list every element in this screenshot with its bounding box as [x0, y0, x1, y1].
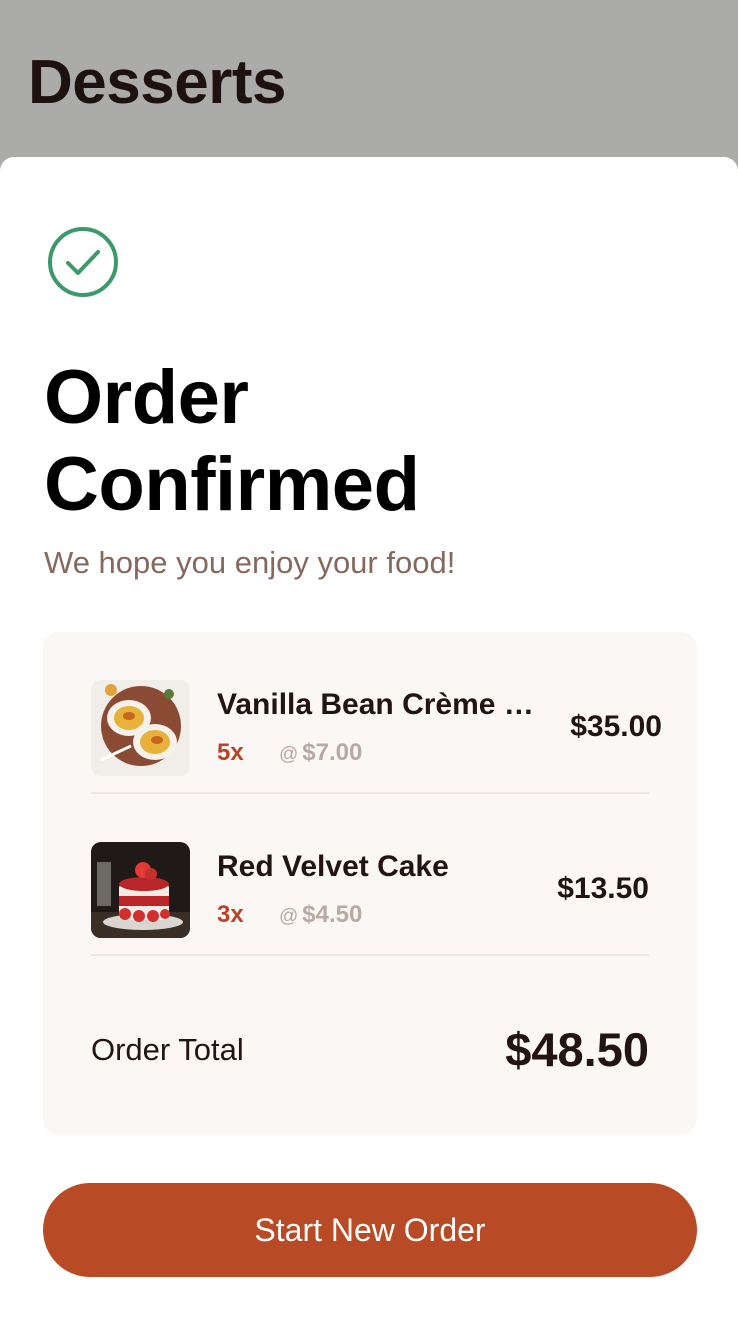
creme-brulee-image [91, 680, 190, 776]
at-symbol: @ [279, 744, 299, 765]
order-confirmed-modal: Order Confirmed We hope you enjoy your f… [0, 157, 738, 1325]
confirmation-title: Order Confirmed [44, 355, 420, 527]
order-item: Red Velvet Cake 3x @ $4.50 $13.50 [91, 794, 649, 956]
order-item: Vanilla Bean Crème Brûlée 5x @$7.00 $35.… [91, 632, 662, 794]
item-name: Vanilla Bean Crème Brûlée [217, 688, 539, 721]
start-new-order-button[interactable]: Start New Order [43, 1183, 697, 1277]
order-total-value: $48.50 [505, 1023, 649, 1076]
item-unit-price-value: $7.00 [302, 739, 363, 766]
item-line-total: $13.50 [557, 872, 649, 905]
order-summary: Vanilla Bean Crème Brûlée 5x @$7.00 $35.… [43, 632, 697, 1135]
item-name: Red Velvet Cake [217, 850, 449, 883]
at-symbol: @ [279, 906, 299, 927]
check-circle-icon [48, 227, 118, 297]
page-title: Desserts [28, 48, 286, 117]
item-quantity: 5x [217, 739, 244, 766]
item-unit-price-value: $4.50 [302, 901, 363, 928]
item-unit-price: @ $7.00 [279, 739, 362, 767]
red-velvet-cake-image [91, 842, 190, 938]
confirmation-subtitle: We hope you enjoy your food! [44, 545, 456, 580]
item-unit-price: @ $4.50 [279, 901, 362, 929]
item-quantity: 3x [217, 901, 244, 928]
order-total-label: Order Total [91, 1032, 244, 1067]
item-line-total: $35.00 [570, 710, 662, 743]
